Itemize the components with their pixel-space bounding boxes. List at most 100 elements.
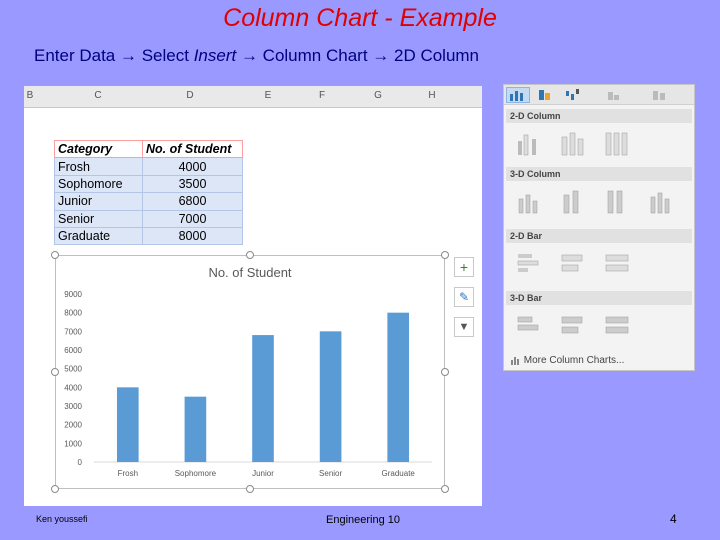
subtitle-part: Enter Data → Select bbox=[34, 46, 194, 65]
boxplot-icon bbox=[653, 91, 665, 100]
chart-bar[interactable] bbox=[387, 312, 410, 462]
gallery-row-3d-column bbox=[512, 183, 692, 219]
subtitle-part: → Column Chart → 2D Column bbox=[236, 46, 480, 65]
y-tick-label: 9000 bbox=[64, 290, 82, 299]
waterfall-chart-tab[interactable] bbox=[562, 87, 586, 103]
cell-value[interactable]: 7000 bbox=[142, 209, 243, 228]
x-tick-label: Graduate bbox=[382, 469, 416, 478]
slide-subtitle: Enter Data → Select Insert → Column Char… bbox=[34, 46, 479, 66]
x-tick-label: Frosh bbox=[118, 469, 138, 478]
chart-bar[interactable] bbox=[319, 331, 342, 462]
percent-stacked-column-icon[interactable] bbox=[602, 129, 632, 157]
table-row: Frosh 4000 bbox=[54, 157, 243, 176]
x-tick-label: Sophomore bbox=[175, 469, 217, 478]
slide-title: Column Chart - Example bbox=[223, 4, 497, 32]
cell-category[interactable]: Sophomore bbox=[54, 174, 143, 194]
histogram-tab[interactable] bbox=[604, 87, 628, 103]
y-tick-label: 1000 bbox=[64, 439, 82, 448]
resize-handle[interactable] bbox=[441, 251, 449, 259]
3d-stacked-column-icon[interactable] bbox=[558, 187, 588, 215]
section-3d-bar: 3-D Bar bbox=[506, 291, 692, 305]
brush-icon: ✎ bbox=[458, 290, 470, 304]
plus-icon: + bbox=[459, 259, 469, 275]
resize-handle[interactable] bbox=[246, 485, 254, 493]
table-row: Graduate 8000 bbox=[54, 226, 243, 246]
column-letter[interactable]: D bbox=[180, 90, 200, 101]
more-column-charts-link[interactable]: More Column Charts... bbox=[510, 355, 624, 366]
resize-handle[interactable] bbox=[246, 251, 254, 259]
cell-value[interactable]: 4000 bbox=[142, 157, 243, 176]
stacked-bar-icon[interactable] bbox=[558, 249, 588, 277]
3d-percent-stacked-column-icon[interactable] bbox=[602, 187, 632, 215]
chart-object[interactable]: No. of Student 0 1000 2000 3000 4000 5000 6000… bbox=[55, 255, 445, 489]
spreadsheet: B C D E F G H Category No. of Student Fr… bbox=[24, 86, 482, 506]
resize-handle[interactable] bbox=[51, 368, 59, 376]
chart-bars bbox=[116, 312, 410, 462]
cell-value[interactable]: 8000 bbox=[142, 226, 243, 246]
clustered-column-icon[interactable] bbox=[514, 129, 544, 157]
3d-percent-stacked-bar-icon[interactable] bbox=[602, 311, 632, 339]
percent-stacked-bar-icon[interactable] bbox=[602, 249, 632, 277]
stacked-chart-tab[interactable] bbox=[534, 87, 558, 103]
chart-styles-button[interactable]: ✎ bbox=[454, 287, 474, 307]
column-chart-icon bbox=[510, 91, 523, 101]
column-letter[interactable]: F bbox=[312, 90, 332, 101]
column-letter[interactable]: H bbox=[422, 90, 442, 101]
footer-course: Engineering 10 bbox=[326, 514, 401, 526]
footer-author: Ken youssefi bbox=[36, 514, 88, 524]
column-letter[interactable]: C bbox=[88, 90, 108, 101]
table-row: Junior 6800 bbox=[54, 192, 243, 211]
data-table: Category No. of Student Frosh 4000 Sopho… bbox=[54, 139, 243, 246]
cell-category[interactable]: Senior bbox=[54, 209, 143, 228]
subtitle-insert: Insert bbox=[193, 46, 237, 65]
chart-elements-button[interactable]: + bbox=[454, 257, 474, 277]
section-2d-bar: 2-D Bar bbox=[506, 229, 692, 243]
column-letter[interactable]: E bbox=[258, 90, 278, 101]
gallery-row-3d-bar bbox=[512, 307, 692, 343]
section-3d-column: 3-D Column bbox=[506, 167, 692, 181]
stacked-column-icon[interactable] bbox=[558, 129, 588, 157]
chart-bar[interactable] bbox=[116, 387, 139, 462]
resize-handle[interactable] bbox=[51, 251, 59, 259]
clustered-bar-icon[interactable] bbox=[514, 249, 544, 277]
3d-clustered-bar-icon[interactable] bbox=[514, 311, 544, 339]
table-row: Senior 7000 bbox=[54, 209, 243, 228]
resize-handle[interactable] bbox=[441, 485, 449, 493]
filter-icon: ▼ bbox=[458, 321, 470, 333]
resize-handle[interactable] bbox=[51, 485, 59, 493]
column-header-row: B C D E F G H bbox=[24, 86, 482, 108]
cell-category[interactable]: Frosh bbox=[54, 157, 143, 176]
y-tick-label: 2000 bbox=[64, 421, 82, 430]
cell-category[interactable]: Junior bbox=[54, 192, 143, 211]
column-chart: No. of Student 0 1000 2000 3000 4000 5000 6000… bbox=[64, 265, 432, 478]
chart-filters-button[interactable]: ▼ bbox=[454, 317, 474, 337]
cell-value[interactable]: 6800 bbox=[142, 192, 243, 211]
y-tick-label: 3000 bbox=[64, 402, 82, 411]
gallery-row-2d-bar bbox=[512, 245, 692, 281]
y-tick-label: 5000 bbox=[64, 365, 82, 374]
header-category[interactable]: Category bbox=[54, 139, 143, 159]
y-tick-label: 0 bbox=[78, 458, 83, 467]
y-tick-label: 7000 bbox=[64, 327, 82, 336]
header-students[interactable]: No. of Student bbox=[142, 139, 243, 159]
waterfall-chart-icon bbox=[566, 89, 579, 100]
x-tick-label: Junior bbox=[252, 469, 274, 478]
3d-column-icon[interactable] bbox=[646, 187, 676, 215]
column-letter[interactable]: G bbox=[368, 90, 388, 101]
column-chart-tab[interactable] bbox=[506, 87, 530, 103]
3d-clustered-column-icon[interactable] bbox=[514, 187, 544, 215]
boxplot-tab[interactable] bbox=[648, 87, 672, 103]
page-number: 4 bbox=[670, 512, 677, 526]
table-header-row: Category No. of Student bbox=[54, 139, 243, 159]
table-row: Sophomore 3500 bbox=[54, 174, 243, 194]
3d-stacked-bar-icon[interactable] bbox=[558, 311, 588, 339]
chart-bar[interactable] bbox=[252, 335, 274, 462]
gallery-row-2d-column bbox=[512, 125, 692, 161]
chart-title[interactable]: No. of Student bbox=[208, 265, 291, 280]
cell-category[interactable]: Graduate bbox=[54, 226, 143, 246]
chart-bar[interactable] bbox=[184, 396, 207, 462]
column-letter[interactable]: B bbox=[24, 90, 40, 101]
resize-handle[interactable] bbox=[441, 368, 449, 376]
cell-value[interactable]: 3500 bbox=[142, 174, 243, 194]
section-2d-column: 2-D Column bbox=[506, 109, 692, 123]
